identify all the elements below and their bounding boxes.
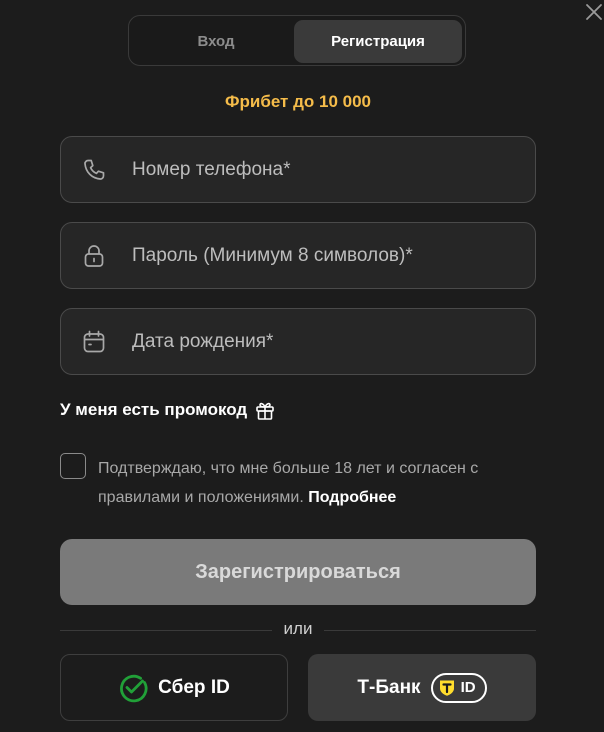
sber-id-button[interactable]: Сбер ID [60,654,288,721]
tbank-id-text: ID [460,679,476,696]
close-icon [584,2,604,22]
promo-code-toggle[interactable]: У меня есть промокод [60,398,276,422]
promo-code-label: У меня есть промокод [60,400,248,419]
tbank-id-button[interactable]: Т-Банк ID [308,654,536,721]
registration-modal: Вход Регистрация Фрибет до 10 000 Номер … [0,0,604,732]
divider-or: или [283,619,313,638]
password-field[interactable] [60,222,536,289]
close-button[interactable] [584,2,604,22]
tbank-label: Т-Банк [357,676,421,698]
calendar-icon [80,328,108,356]
password-input[interactable] [132,223,522,288]
birthdate-field[interactable] [60,308,536,375]
consent-text: Подтверждаю, что мне больше 18 лет и сог… [98,454,538,512]
divider-line-left [60,630,272,631]
tab-register[interactable]: Регистрация [294,20,462,63]
tbank-id-badge: ID [430,672,487,703]
phone-icon [80,156,108,184]
birthdate-input[interactable] [132,309,522,374]
auth-tabs: Вход Регистрация [128,15,466,66]
consent-statement: Подтверждаю, что мне больше 18 лет и сог… [98,460,479,506]
lock-icon [80,242,108,270]
register-button[interactable]: Зарегистрироваться [60,539,536,605]
phone-field[interactable] [60,136,536,203]
gift-icon [254,399,276,421]
sber-logo-icon [118,673,148,703]
phone-input[interactable] [132,137,522,202]
consent-checkbox[interactable] [60,453,86,479]
tab-login[interactable]: Вход [133,20,299,63]
tbank-logo-icon [438,679,456,697]
freebet-promo-title: Фрибет до 10 000 [224,92,372,111]
consent-more-link[interactable]: Подробнее [308,489,396,506]
sber-id-label: Сбер ID [158,676,230,698]
divider-line-right [324,630,536,631]
